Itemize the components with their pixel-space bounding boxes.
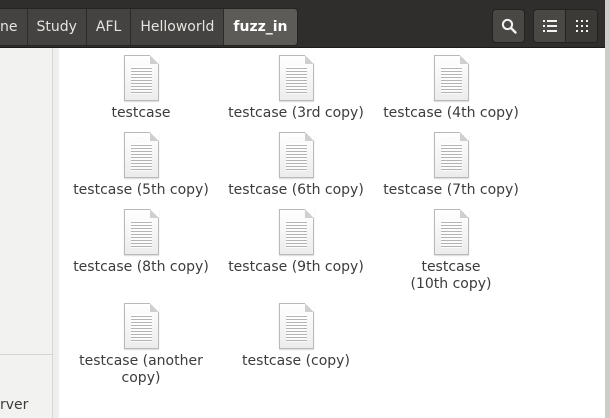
- file-item-testcase-8th-copy[interactable]: testcase (8th copy): [66, 202, 216, 276]
- text-file-icon: [123, 55, 159, 101]
- file-item-testcase[interactable]: testcase: [66, 48, 216, 122]
- file-item-testcase-7th-copy[interactable]: testcase (7th copy): [376, 125, 526, 199]
- file-name: testcase: [111, 105, 171, 121]
- file-name: testcase (6th copy): [228, 182, 364, 198]
- text-file-icon: [433, 132, 469, 178]
- list-view-button[interactable]: [534, 10, 566, 42]
- file-item-testcase-10th-copy[interactable]: testcase (10th copy): [376, 202, 526, 293]
- text-file-icon: [123, 303, 159, 349]
- sidebar-item-server[interactable]: rver: [0, 397, 53, 413]
- breadcrumb-home[interactable]: ne: [0, 9, 28, 45]
- grid-view-button[interactable]: [566, 10, 597, 42]
- text-file-icon: [433, 55, 469, 101]
- sidebar: rver: [0, 48, 53, 418]
- text-file-icon: [278, 209, 314, 255]
- breadcrumb-fuzz-in[interactable]: fuzz_in: [224, 9, 297, 45]
- file-item-testcase-another-copy[interactable]: testcase (another copy): [66, 296, 216, 387]
- file-name: testcase (4th copy): [383, 105, 519, 121]
- grid-view-icon: [575, 20, 588, 32]
- view-toggle-group: [533, 9, 598, 43]
- file-name: testcase (another copy): [79, 353, 203, 386]
- file-name: testcase (10th copy): [410, 259, 492, 292]
- file-grid: testcase testcase (3rd copy) testcase (4…: [59, 48, 605, 418]
- file-name: testcase (9th copy): [228, 259, 364, 275]
- text-file-icon: [433, 209, 469, 255]
- breadcrumb-study[interactable]: Study: [28, 9, 87, 45]
- header-bar: ne Study AFL Helloworld fuzz_in: [0, 0, 610, 48]
- search-button[interactable]: [492, 9, 525, 43]
- window-edge: [605, 0, 610, 418]
- breadcrumb-helloworld[interactable]: Helloworld: [131, 9, 225, 45]
- text-file-icon: [278, 303, 314, 349]
- file-item-testcase-copy[interactable]: testcase (copy): [221, 296, 371, 370]
- file-name: testcase (5th copy): [73, 182, 209, 198]
- file-item-testcase-3rd-copy[interactable]: testcase (3rd copy): [221, 48, 371, 122]
- file-name: testcase (copy): [242, 353, 350, 369]
- file-item-testcase-4th-copy[interactable]: testcase (4th copy): [376, 48, 526, 122]
- breadcrumb: ne Study AFL Helloworld fuzz_in: [0, 8, 298, 46]
- file-item-testcase-6th-copy[interactable]: testcase (6th copy): [221, 125, 371, 199]
- sidebar-divider: [0, 354, 53, 355]
- file-name: testcase (8th copy): [73, 259, 209, 275]
- text-file-icon: [123, 209, 159, 255]
- file-name: testcase (3rd copy): [228, 105, 364, 121]
- text-file-icon: [278, 132, 314, 178]
- search-icon: [501, 18, 517, 34]
- file-name: testcase (7th copy): [383, 182, 519, 198]
- text-file-icon: [123, 132, 159, 178]
- text-file-icon: [278, 55, 314, 101]
- file-item-testcase-9th-copy[interactable]: testcase (9th copy): [221, 202, 371, 276]
- list-view-icon: [542, 20, 557, 32]
- breadcrumb-afl[interactable]: AFL: [87, 9, 132, 45]
- file-item-testcase-5th-copy[interactable]: testcase (5th copy): [66, 125, 216, 199]
